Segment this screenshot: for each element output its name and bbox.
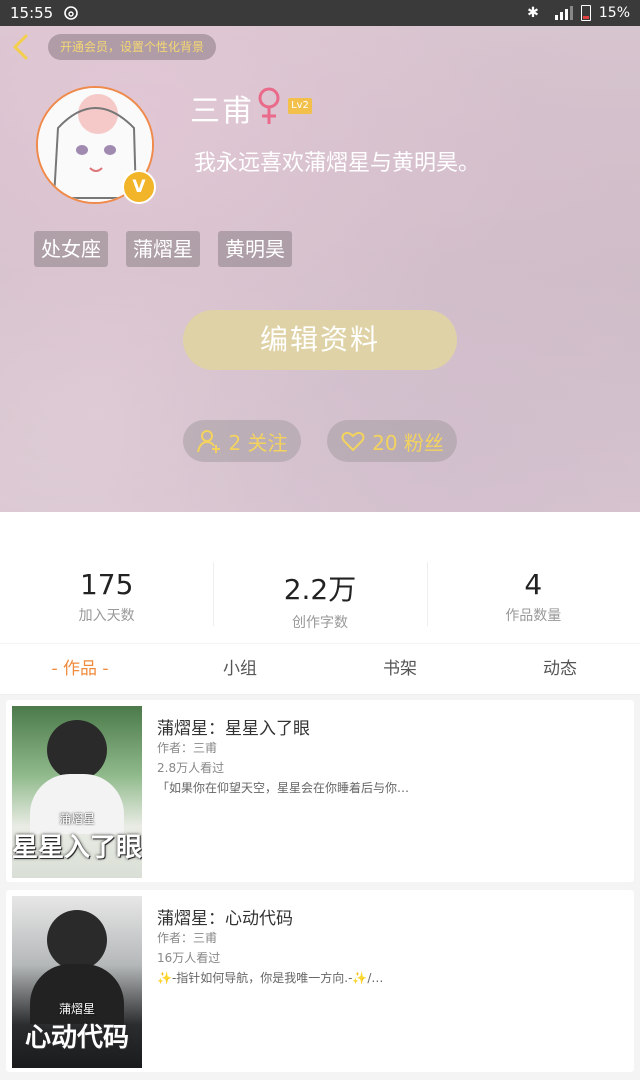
stat-label: 创作字数 — [291, 615, 348, 631]
vip-banner[interactable]: 开通会员，设置个性化背景 — [48, 34, 217, 60]
cover-subtitle: 蒲熠星 — [58, 1002, 95, 1016]
cover-figure — [47, 720, 107, 780]
cover-title: 星星入了眼 — [12, 833, 142, 863]
work-title[interactable]: 蒲熠星：心动代码 — [157, 904, 293, 929]
female-icon — [258, 87, 280, 124]
vip-badge: V — [122, 170, 156, 204]
stat-join-days: 175 加入天数 — [0, 512, 213, 643]
work-author: 作者：三甫 — [157, 931, 218, 945]
book-cover[interactable]: 蒲熠星 星星入了眼 — [12, 706, 142, 878]
profile-tabs: - 作品 - 小组 书架 动态 — [0, 644, 640, 695]
edit-profile-button[interactable]: 编辑资料 — [183, 310, 457, 370]
work-card[interactable]: 蒲熠星 星星入了眼 蒲熠星：星星入了眼 作者：三甫 2.8万人看过 「如果你在仰… — [6, 700, 634, 882]
tab-groups[interactable]: 小组 — [160, 644, 320, 694]
profile-header: 开通会员，设置个性化背景 V 三甫 Lv2 我永远喜欢蒲熠星与黄明昊。 处女座 … — [0, 26, 640, 512]
following-count: 2 关注 — [228, 430, 288, 455]
add-user-icon — [197, 430, 221, 453]
battery-percent: 15% — [598, 5, 630, 21]
works-list: 蒲熠星 星星入了眼 蒲熠星：星星入了眼 作者：三甫 2.8万人看过 「如果你在仰… — [0, 700, 640, 1080]
work-card[interactable]: 蒲熠星 心动代码 蒲熠星：心动代码 作者：三甫 16万人看过 ✨-指针如何导航，… — [6, 890, 634, 1072]
fans-button[interactable]: 20 粉丝 — [327, 420, 457, 462]
tab-works[interactable]: - 作品 - — [0, 644, 160, 694]
tab-activity[interactable]: 动态 — [480, 644, 640, 694]
tag[interactable]: 黄明昊 — [218, 231, 292, 267]
work-title[interactable]: 蒲熠星：星星入了眼 — [157, 714, 310, 739]
status-time: 15:55 — [10, 4, 54, 22]
work-views: 16万人看过 — [157, 951, 221, 965]
user-name: 三甫 — [190, 94, 254, 129]
bluetooth-icon: ✱ — [527, 5, 539, 21]
fans-count: 20 粉丝 — [372, 430, 444, 455]
back-arrow-icon[interactable] — [10, 34, 32, 60]
stats-panel: 175 加入天数 2.2万 创作字数 4 作品数量 — [0, 512, 640, 643]
stat-word-count: 2.2万 创作字数 — [213, 512, 426, 643]
level-badge: Lv2 — [288, 98, 312, 114]
cover-subtitle: 蒲熠星 — [58, 812, 95, 826]
heart-icon — [341, 431, 365, 452]
battery-icon — [580, 5, 591, 21]
cover-figure — [47, 910, 107, 970]
tag[interactable]: 蒲熠星 — [126, 231, 200, 267]
stat-label: 作品数量 — [505, 608, 562, 624]
work-author: 作者：三甫 — [157, 741, 218, 755]
stat-value: 175 — [79, 568, 134, 601]
book-cover[interactable]: 蒲熠星 心动代码 — [12, 896, 142, 1068]
netease-music-icon — [64, 6, 79, 20]
following-button[interactable]: 2 关注 — [183, 420, 301, 462]
user-bio: 我永远喜欢蒲熠星与黄明昊。 — [194, 151, 481, 176]
work-views: 2.8万人看过 — [157, 761, 225, 775]
stat-label: 加入天数 — [78, 608, 135, 624]
status-bar: 15:55 ✱ 15% — [0, 0, 640, 26]
work-description: 「如果你在仰望天空，星星会在你睡着后与你… — [157, 781, 410, 795]
stat-works-count: 4 作品数量 — [426, 512, 640, 643]
work-description: ✨-指针如何导航，你是我唯一方向.-✨/… — [157, 971, 384, 985]
stat-value: 2.2万 — [283, 573, 357, 606]
tag-list: 处女座 蒲熠星 黄明昊 — [34, 231, 292, 267]
tab-bookshelf[interactable]: 书架 — [320, 644, 480, 694]
tag[interactable]: 处女座 — [34, 231, 108, 267]
signal-icon — [554, 6, 573, 20]
avatar[interactable]: V — [36, 86, 156, 204]
cover-title: 心动代码 — [24, 1023, 129, 1053]
stat-value: 4 — [524, 568, 543, 601]
